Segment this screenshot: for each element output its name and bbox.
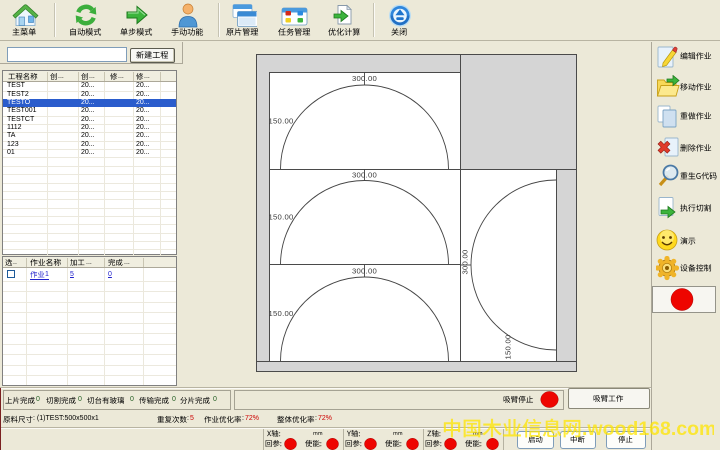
svg-text:150.00: 150.00 [269,309,294,318]
svg-text:300.00: 300.00 [352,267,377,276]
svg-text:150.00: 150.00 [504,334,513,359]
svg-text:300.00: 300.00 [352,74,377,83]
svg-text:150.00: 150.00 [269,213,294,222]
svg-text:300.00: 300.00 [352,171,377,180]
svg-text:300.00: 300.00 [461,249,470,274]
svg-text:150.00: 150.00 [269,117,294,126]
svg-text:.wood168.com: .wood168.com [582,418,714,440]
